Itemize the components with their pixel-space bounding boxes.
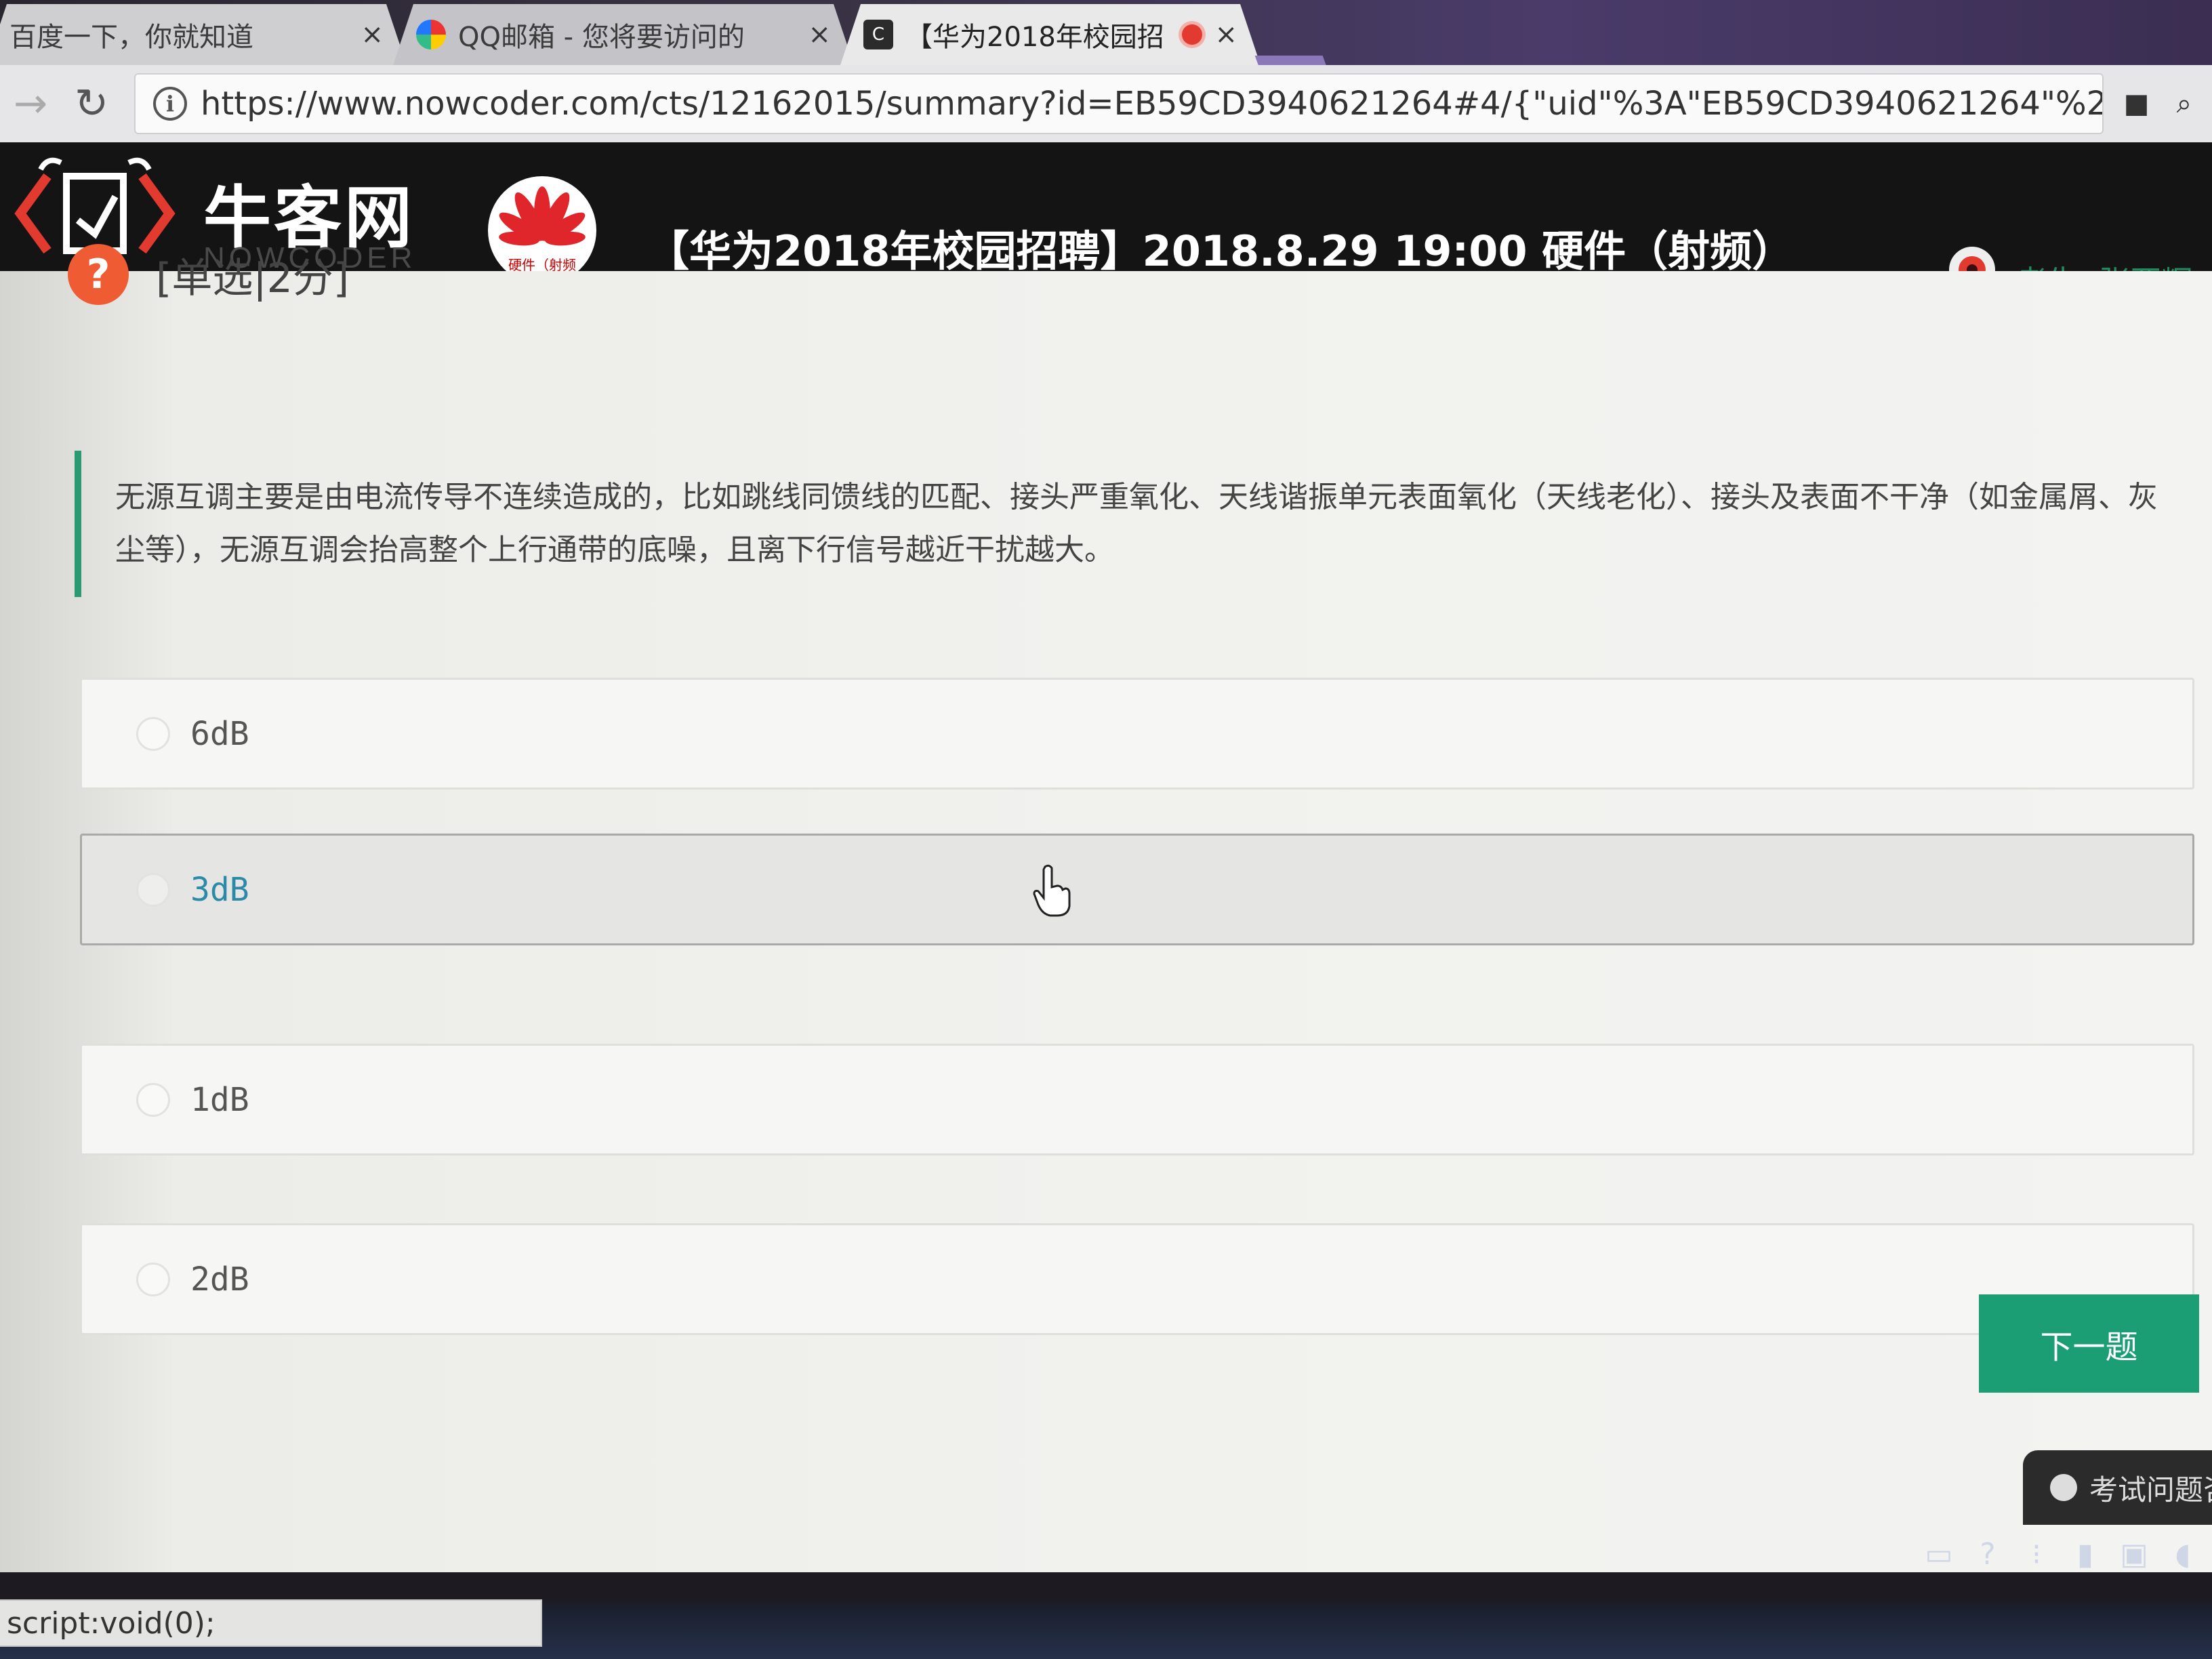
tab-baidu[interactable]: 百度一下，你就知道 × (0, 4, 407, 65)
close-icon[interactable]: × (361, 19, 384, 50)
question-header: ? [单选|2分] (68, 244, 349, 305)
tab-label: 【华为2018年校园招 (905, 22, 1164, 53)
nowcoder-favicon-icon: C (863, 20, 893, 49)
reload-icon[interactable]: ↻ (61, 80, 122, 127)
browser-tab-strip: 百度一下，你就知道 × QQ邮箱 - 您将要访问的 × C 【华为2018年校园… (0, 0, 2212, 87)
option-6db[interactable]: 6dB (80, 678, 2194, 790)
question-icon: ? (68, 244, 129, 305)
browser-toolbar: → ↻ i https://www.nowcoder.com/cts/12162… (0, 65, 2212, 142)
address-bar-icons: ■ ⌕ (2124, 88, 2192, 119)
system-tray: ▭ ? ⁝ ▮ ▣ ◖ (1923, 1537, 2198, 1572)
option-3db[interactable]: 3dB (80, 834, 2194, 945)
back-arrow-icon[interactable]: → (0, 80, 61, 127)
radio-button[interactable] (136, 1262, 170, 1296)
option-label: 6dB (190, 714, 249, 753)
faq-label: 考试问题咨 (2089, 1473, 2212, 1507)
keyboard-icon[interactable]: ▭ (1923, 1537, 1954, 1572)
info-icon[interactable]: i (153, 87, 187, 121)
volume-icon[interactable]: ◖ (2167, 1537, 2198, 1572)
qqmail-favicon-icon (416, 20, 446, 49)
url-text: https://www.nowcoder.com/cts/12162015/su… (201, 85, 2102, 123)
question-text: 无源互调主要是由电流传导不连续造成的，比如跳线同馈线的匹配、接头严重氧化、天线谐… (75, 451, 2169, 597)
option-2db[interactable]: 2dB (80, 1223, 2194, 1335)
recording-icon (1182, 24, 1202, 45)
chat-icon (2050, 1474, 2077, 1501)
tab-huawei-exam[interactable]: C 【华为2018年校园招 × (840, 4, 1261, 65)
close-icon[interactable]: × (808, 19, 831, 50)
option-label: 2dB (190, 1260, 249, 1298)
zoom-icon[interactable]: ⌕ (2177, 88, 2192, 119)
radio-button[interactable] (136, 716, 170, 751)
option-label: 3dB (190, 870, 249, 909)
option-1db[interactable]: 1dB (80, 1044, 2194, 1155)
camera-icon[interactable]: ■ (2124, 88, 2150, 119)
address-bar[interactable]: i https://www.nowcoder.com/cts/12162015/… (134, 73, 2104, 134)
help-icon[interactable]: ? (1972, 1537, 2003, 1572)
tab-label: QQ邮箱 - 您将要访问的 (458, 22, 745, 53)
display-icon[interactable]: ▣ (2118, 1537, 2150, 1572)
battery-icon[interactable]: ▮ (2070, 1537, 2101, 1572)
question-type: [单选|2分] (156, 254, 350, 302)
exam-content: ? [单选|2分] 无源互调主要是由电流传导不连续造成的，比如跳线同馈线的匹配、… (0, 244, 2212, 1572)
radio-button[interactable] (136, 872, 170, 907)
network-icon[interactable]: ⁝ (2021, 1537, 2052, 1572)
next-question-button[interactable]: 下一题 (1979, 1294, 2199, 1393)
status-bar: script:void(0); (0, 1599, 542, 1647)
huawei-logo: 硬件（射频 (488, 176, 596, 285)
exam-faq-button[interactable]: 考试问题咨 (2023, 1450, 2212, 1525)
radio-button[interactable] (136, 1082, 170, 1117)
tab-qqmail[interactable]: QQ邮箱 - 您将要访问的 × (393, 4, 854, 65)
close-icon[interactable]: × (1214, 19, 1237, 50)
exam-title: 【华为2018年校园招聘】2018.8.29 19:00 硬件（射频） (647, 226, 1795, 276)
tab-label: 百度一下，你就知道 (9, 22, 253, 53)
hand-cursor-icon (1033, 864, 1071, 917)
option-label: 1dB (190, 1080, 249, 1119)
